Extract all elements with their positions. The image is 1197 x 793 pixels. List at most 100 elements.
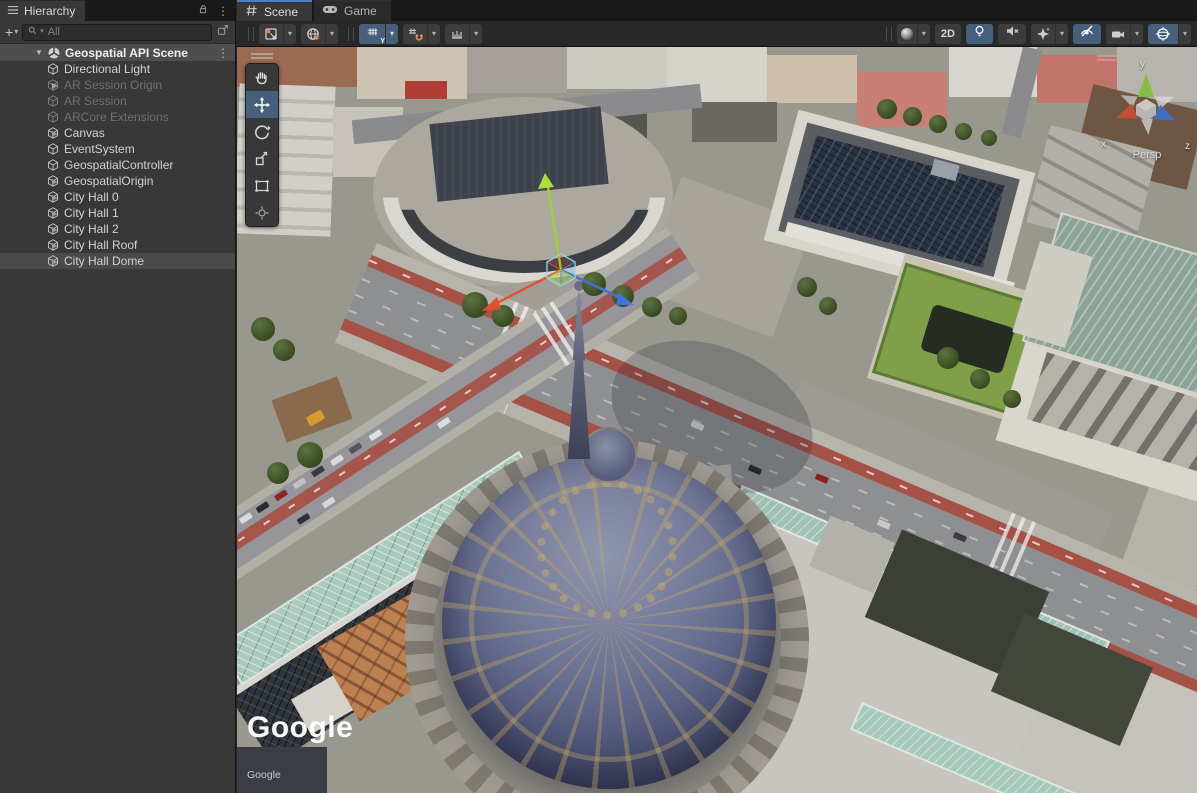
overlay-drag-handle[interactable]: [1097, 55, 1117, 61]
gameobject-cube-icon: [46, 78, 60, 92]
unity-scene-icon: [47, 46, 61, 60]
expand-arrow-icon[interactable]: ▶: [50, 129, 60, 138]
expand-arrow-icon[interactable]: ▶: [50, 225, 60, 234]
render-mode-caret-icon[interactable]: ▾: [917, 24, 930, 44]
scale-tool[interactable]: [246, 145, 278, 172]
tab-hierarchy-label: Hierarchy: [24, 4, 75, 18]
scene-art: [612, 285, 634, 307]
create-object-button[interactable]: +▾: [5, 25, 18, 39]
gameobject-cube-icon: [46, 110, 60, 124]
hierarchy-item-ar-session[interactable]: AR Session: [0, 93, 235, 109]
search-filter-caret-icon[interactable]: ▾: [40, 28, 44, 36]
scene-viewport[interactable]: y x z Persp Google Google: [237, 47, 1197, 793]
handle-orientation-control[interactable]: ▾: [301, 24, 338, 44]
projection-mode-label[interactable]: Persp: [1117, 149, 1177, 161]
hierarchy-item-directional-light[interactable]: Directional Light: [0, 61, 235, 77]
toggle-2d-button[interactable]: 2D: [935, 24, 961, 44]
overlay-drag-handle[interactable]: [251, 53, 273, 59]
hierarchy-item-label: AR Session: [64, 94, 127, 108]
grid-dropdown-caret-icon[interactable]: ▾: [385, 24, 398, 44]
scene-visibility-button[interactable]: [1073, 24, 1101, 44]
increment-dropdown-caret-icon[interactable]: ▾: [469, 24, 482, 44]
scene-art: [348, 442, 362, 454]
axis-y-label: y: [1140, 59, 1145, 70]
axis-z-label: z: [1185, 141, 1190, 152]
hierarchy-list: ▼ Geospatial API Scene ⋮ Directional Lig…: [0, 44, 235, 269]
tab-scene[interactable]: Scene: [237, 0, 312, 21]
lock-icon[interactable]: [197, 2, 209, 20]
hierarchy-item-city-hall-0[interactable]: ▶ City Hall 0: [0, 189, 235, 205]
render-mode-control[interactable]: ▾: [897, 24, 930, 44]
hierarchy-menu-icon[interactable]: ⋮: [217, 4, 229, 18]
camera-caret-icon[interactable]: ▾: [1130, 24, 1143, 44]
toolbar-drag-handle[interactable]: [886, 27, 892, 41]
search-window-picker-icon[interactable]: [216, 23, 230, 42]
gizmos-sphere-icon[interactable]: [1148, 24, 1178, 44]
hierarchy-tabbar: Hierarchy ⋮: [0, 0, 235, 21]
effects-star-icon[interactable]: [1031, 24, 1055, 44]
grid-axis-icon[interactable]: Y: [359, 24, 385, 44]
hierarchy-item-geospatialorigin[interactable]: ▶ GeospatialOrigin: [0, 173, 235, 189]
scene-art: [405, 81, 447, 99]
search-input[interactable]: [46, 25, 207, 39]
grid-visibility-control[interactable]: Y ▾: [359, 24, 398, 44]
scene-lighting-button[interactable]: [966, 24, 993, 44]
gizmos-control[interactable]: ▾: [1148, 24, 1191, 44]
increment-snap-ruler-icon[interactable]: [445, 24, 469, 44]
hierarchy-item-city-hall-2[interactable]: ▶ City Hall 2: [0, 221, 235, 237]
scene-toolbar: ▾ ▾ Y ▾ ▾ ▾ ▾ 2D: [237, 21, 1197, 47]
hierarchy-search-field[interactable]: ▾: [22, 24, 212, 41]
expand-arrow-icon[interactable]: ▶: [50, 193, 60, 202]
expand-arrow-icon[interactable]: ▶: [50, 257, 60, 266]
rotate-tool[interactable]: [246, 118, 278, 145]
hierarchy-item-city-hall-1[interactable]: ▶ City Hall 1: [0, 205, 235, 221]
pivot-mode-control[interactable]: ▾: [259, 24, 296, 44]
tab-game[interactable]: Game: [314, 0, 391, 21]
expand-arrow-icon[interactable]: ▼: [35, 48, 43, 57]
expand-arrow-icon[interactable]: ▶: [50, 177, 60, 186]
snap-dropdown-caret-icon[interactable]: ▾: [427, 24, 440, 44]
scene-art: [567, 47, 667, 89]
expand-arrow-icon[interactable]: ▶: [50, 241, 60, 250]
global-local-globe-icon[interactable]: [301, 24, 325, 44]
move-tool[interactable]: [246, 91, 278, 118]
hierarchy-scene-header[interactable]: ▼ Geospatial API Scene ⋮: [0, 44, 235, 61]
effects-caret-icon[interactable]: ▾: [1055, 24, 1068, 44]
increment-snap-control[interactable]: ▾: [445, 24, 482, 44]
scene-art: [797, 277, 817, 297]
camera-icon[interactable]: [1106, 24, 1130, 44]
hierarchy-item-label: AR Session Origin: [64, 78, 162, 92]
hierarchy-item-canvas[interactable]: ▶ Canvas: [0, 125, 235, 141]
view-hand-tool[interactable]: [246, 64, 278, 91]
tab-scene-label: Scene: [264, 5, 298, 19]
pivot-dropdown-caret-icon[interactable]: ▾: [283, 24, 296, 44]
pivot-icon[interactable]: [259, 24, 283, 44]
gameobject-cube-icon: [46, 62, 60, 76]
effects-control[interactable]: ▾: [1031, 24, 1068, 44]
expand-arrow-icon[interactable]: ▶: [50, 209, 60, 218]
hierarchy-item-eventsystem[interactable]: EventSystem: [0, 141, 235, 157]
scene-header-label: Geospatial API Scene: [65, 46, 188, 60]
gizmos-caret-icon[interactable]: ▾: [1178, 24, 1191, 44]
transform-tool[interactable]: [246, 199, 278, 226]
scene-menu-icon[interactable]: ⋮: [217, 46, 229, 60]
rect-tool[interactable]: [246, 172, 278, 199]
shaded-sphere-icon[interactable]: [897, 24, 917, 44]
scene-art: [903, 107, 922, 126]
grid-snapping-control[interactable]: ▾: [403, 24, 440, 44]
camera-settings-control[interactable]: ▾: [1106, 24, 1143, 44]
toolbar-drag-handle[interactable]: [348, 27, 354, 41]
hierarchy-item-city-hall-dome[interactable]: ▶ City Hall Dome: [0, 253, 235, 269]
hierarchy-item-geospatialcontroller[interactable]: GeospatialController: [0, 157, 235, 173]
hierarchy-item-city-hall-roof[interactable]: ▶ City Hall Roof: [0, 237, 235, 253]
hierarchy-item-ar-session-origin[interactable]: ▶ AR Session Origin: [0, 77, 235, 93]
tools-overlay: [245, 63, 279, 227]
toolbar-drag-handle[interactable]: [248, 27, 254, 41]
orientation-dropdown-caret-icon[interactable]: ▾: [325, 24, 338, 44]
snap-magnet-icon[interactable]: [403, 24, 427, 44]
tab-hierarchy[interactable]: Hierarchy: [0, 0, 85, 21]
hierarchy-toolbar: +▾ ▾: [0, 21, 235, 44]
scene-audio-button[interactable]: [998, 24, 1026, 44]
scene-art: [251, 317, 275, 341]
hierarchy-item-arcore-extensions[interactable]: ARCore Extensions: [0, 109, 235, 125]
